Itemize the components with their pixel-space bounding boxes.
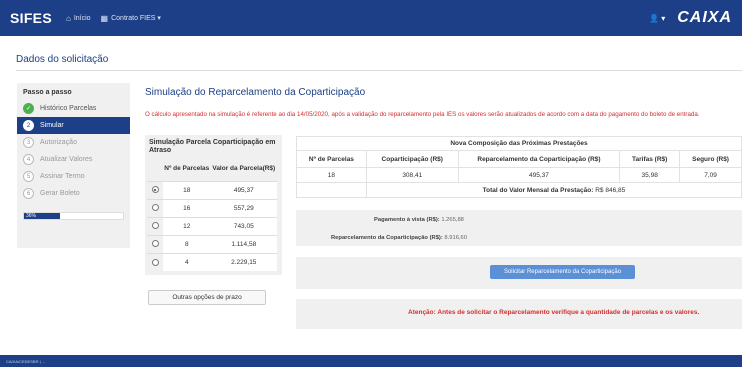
- table-cell: 308,41: [365, 167, 459, 183]
- radio-column-header: [147, 157, 163, 181]
- table-row[interactable]: 18 495,37: [147, 180, 277, 199]
- parcel-options-table: Nº de Parcelas Valor da Parcela(R$) 18 4…: [147, 157, 277, 271]
- home-icon: ⌂: [65, 13, 71, 23]
- reparcelamento-line: Reparcelamento da Coparticipação (R$): 8…: [331, 235, 467, 241]
- parcelas-cell: 18: [163, 180, 211, 199]
- table-cell: 35,98: [619, 167, 681, 183]
- step-label: Autorização: [40, 139, 77, 146]
- column-header-valor: Valor da Parcela(R$): [212, 164, 276, 172]
- reparcelamento-label: Reparcelamento da Coparticipação (R$):: [331, 235, 443, 241]
- calculation-notice: O cálculo apresentado na simulação é ref…: [145, 111, 700, 118]
- parcelas-cell: 4: [163, 252, 211, 271]
- step-number: 4: [23, 154, 34, 165]
- table-cell: 495,37: [457, 167, 621, 183]
- progress-fill: 36%: [24, 213, 60, 219]
- grid-icon: ▦: [100, 13, 109, 23]
- total-cell: Total do Valor Mensal da Prestação: R$ 8…: [365, 182, 742, 198]
- valor-cell: 2.229,15: [210, 252, 277, 271]
- nav-item-contrato-fies[interactable]: ▦ Contrato FIES ▾: [101, 14, 161, 23]
- divider: [16, 70, 742, 71]
- option-radio-selected[interactable]: [151, 186, 159, 194]
- footer: CAIXA/CEDESBR | ...: [0, 355, 742, 367]
- valor-cell: 495,37: [210, 180, 277, 199]
- step-gerar-boleto[interactable]: 6 Gerar Boleto: [17, 185, 130, 202]
- payment-info-box: Pagamento à vista (R$): 1.265,88 Reparce…: [296, 210, 742, 246]
- valor-cell: 743,05: [210, 216, 277, 235]
- app-brand[interactable]: SIFES: [10, 10, 52, 26]
- request-reparcelamento-button[interactable]: Solicitar Reparcelamento da Coparticipaç…: [490, 265, 635, 279]
- caixa-logo: CAIXA: [677, 9, 732, 26]
- parcelas-cell: 8: [163, 234, 211, 253]
- option-radio[interactable]: [151, 258, 159, 266]
- total-label: Total do Valor Mensal da Prestação:: [482, 186, 594, 194]
- step-simular[interactable]: 2 Simular: [17, 117, 130, 134]
- column-header: Tarifas (R$): [619, 150, 681, 168]
- step-label: Assinar Termo: [40, 173, 85, 180]
- pagamento-line: Pagamento à vista (R$): 1.265,88: [374, 217, 464, 223]
- empty-cell: [296, 182, 367, 198]
- step-number: 2: [23, 120, 34, 131]
- warning-box: Atenção: Antes de solicitar o Reparcelam…: [296, 299, 742, 329]
- nav-item-label: Contrato FIES ▾: [111, 15, 161, 22]
- step-label: Simular: [40, 122, 64, 129]
- nav-item-label: Início: [73, 14, 91, 22]
- step-number: 3: [23, 137, 34, 148]
- column-header: Seguro (R$): [679, 150, 742, 168]
- table-row[interactable]: 4 2.229,15: [147, 252, 277, 271]
- parcelas-cell: 12: [163, 216, 211, 235]
- parcelas-cell: 16: [163, 198, 211, 217]
- step-number: 6: [23, 188, 34, 199]
- valor-cell: 1.114,58: [210, 234, 277, 253]
- step-historico-parcelas[interactable]: ✓ Histórico Parcelas: [17, 100, 130, 117]
- other-options-button[interactable]: Outras opções de prazo: [148, 290, 266, 305]
- request-button-box: Solicitar Reparcelamento da Coparticipaç…: [296, 257, 742, 289]
- step-assinar-termo[interactable]: 5 Assinar Termo: [17, 168, 130, 185]
- column-header: Reparcelamento da Coparticipação (R$): [457, 150, 621, 168]
- table-row[interactable]: 8 1.114,58: [147, 234, 277, 253]
- table-cell: 18: [296, 167, 367, 183]
- step-sidebar: Passo a passo ✓ Histórico Parcelas 2 Sim…: [17, 83, 130, 248]
- composition-table: Nova Composição das Próximas Prestações …: [296, 136, 742, 198]
- pagamento-value: 1.265,88: [441, 217, 464, 223]
- step-autorizacao[interactable]: 3 Autorização: [17, 134, 130, 151]
- simulation-panel: Simulação Parcela Coparticipação em Atra…: [145, 135, 282, 275]
- table-row[interactable]: 12 743,05: [147, 216, 277, 235]
- simulation-panel-title: Simulação Parcela Coparticipação em Atra…: [149, 139, 276, 154]
- column-header: Nº de Parcelas: [296, 150, 367, 168]
- step-atualizar-valores[interactable]: 4 Atualizar Valores: [17, 151, 130, 168]
- page-title: Dados do solicitação: [16, 54, 109, 65]
- user-menu[interactable]: 👤 ▾: [649, 14, 665, 23]
- step-number: 5: [23, 171, 34, 182]
- column-header: Coparticipação (R$): [365, 150, 459, 168]
- table-cell: 7,09: [679, 167, 742, 183]
- option-radio[interactable]: [151, 222, 159, 230]
- option-radio[interactable]: [151, 204, 159, 212]
- pagamento-label: Pagamento à vista (R$):: [374, 217, 440, 223]
- reparcelamento-value: 8.916,60: [444, 235, 467, 241]
- total-row: Total do Valor Mensal da Prestação: R$ 8…: [296, 182, 742, 198]
- composition-title: Nova Composição das Próximas Prestações: [296, 136, 742, 151]
- valor-cell: 557,29: [210, 198, 277, 217]
- simulation-title: Simulação do Reparcelamento da Copartici…: [145, 87, 366, 98]
- option-radio[interactable]: [151, 240, 159, 248]
- column-header-parcelas: Nº de Parcelas: [164, 164, 210, 172]
- sidebar-title: Passo a passo: [23, 89, 72, 96]
- progress-bar: 36%: [23, 212, 124, 220]
- nav-item-inicio[interactable]: ⌂ Início: [66, 14, 91, 23]
- step-label: Gerar Boleto: [40, 190, 80, 197]
- step-label: Histórico Parcelas: [40, 105, 97, 112]
- table-row[interactable]: 16 557,29: [147, 198, 277, 217]
- total-value: R$ 846,85: [595, 186, 626, 194]
- top-navbar: SIFES ⌂ Início ▦ Contrato FIES ▾ 👤 ▾ CAI…: [0, 0, 742, 36]
- table-row: 18 308,41 495,37 35,98 7,09: [296, 167, 742, 183]
- warning-text: Atenção: Antes de solicitar o Reparcelam…: [408, 309, 700, 316]
- check-icon: ✓: [23, 103, 34, 114]
- step-label: Atualizar Valores: [40, 156, 93, 163]
